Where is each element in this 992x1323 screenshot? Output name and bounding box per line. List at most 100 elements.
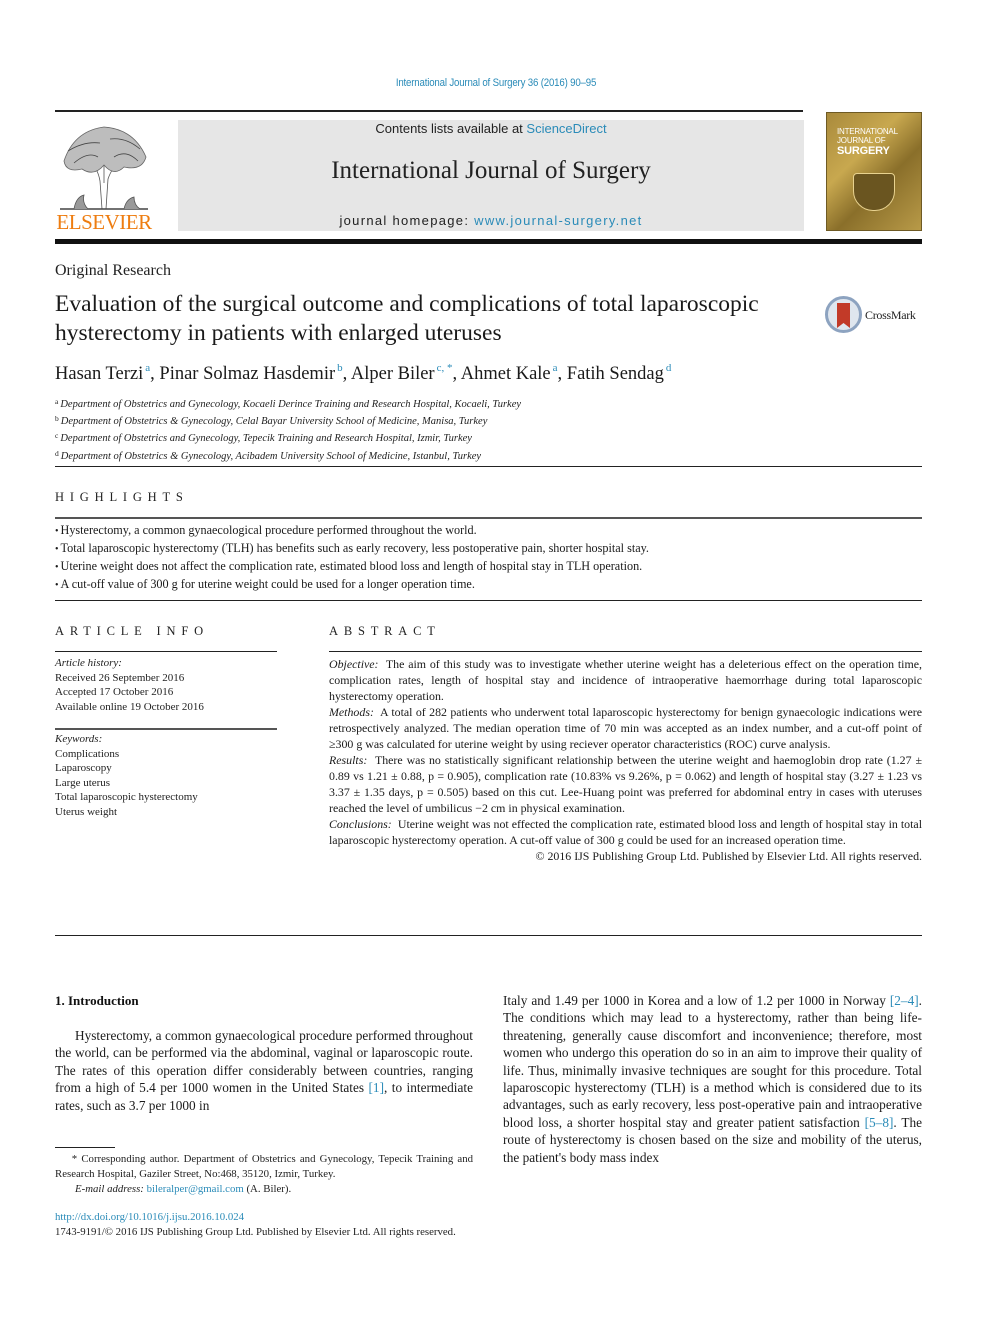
affiliation: b Department of Obstetrics & Gynecology, … bbox=[55, 412, 521, 429]
top-divider bbox=[55, 110, 803, 112]
keywords-label: Keywords: bbox=[55, 733, 103, 745]
highlights-divider-top bbox=[55, 517, 922, 519]
abstract-objective: Objective: The aim of this study was to … bbox=[329, 656, 922, 704]
article-info-divider bbox=[55, 651, 277, 652]
journal-title: International Journal of Surgery bbox=[331, 157, 651, 184]
body-column-left: Hysterectomy, a common gynaecological pr… bbox=[55, 1027, 473, 1114]
article-info-heading: ARTICLE INFO bbox=[55, 624, 209, 638]
body-column-right: Italy and 1.49 per 1000 in Korea and a l… bbox=[503, 992, 922, 1166]
abstract-methods: Methods: A total of 282 patients who und… bbox=[329, 704, 922, 752]
citation-link[interactable]: [2–4] bbox=[890, 993, 919, 1008]
author-affiliation-ref[interactable]: d bbox=[666, 362, 672, 374]
author-affiliation-ref[interactable]: c, * bbox=[437, 362, 453, 374]
email-suffix: (A. Biler). bbox=[243, 1183, 292, 1195]
crossmark-ribbon-icon bbox=[837, 303, 850, 328]
corresponding-author-address: * Corresponding author. Department of Ob… bbox=[55, 1153, 474, 1180]
affiliation: c Department of Obstetrics and Gynecology… bbox=[55, 429, 521, 446]
author-affiliation-ref[interactable]: a bbox=[145, 362, 150, 374]
affiliation-key: c bbox=[55, 431, 59, 441]
banner-thick-divider bbox=[55, 239, 922, 244]
history-received: Received 26 September 2016 bbox=[55, 671, 185, 684]
abstract-heading: ABSTRACT bbox=[329, 624, 441, 638]
running-head[interactable]: International Journal of Surgery 36 (201… bbox=[60, 77, 933, 89]
cover-title: INTERNATIONAL JOURNAL OF SURGERY bbox=[837, 127, 921, 157]
author-name[interactable]: Hasan Terzi bbox=[55, 364, 143, 384]
highlight-item: Uterine weight does not affect the compl… bbox=[55, 558, 649, 576]
journal-cover-image[interactable]: INTERNATIONAL JOURNAL OF SURGERY bbox=[826, 112, 922, 231]
elsevier-logo[interactable]: ELSEVIER bbox=[54, 121, 154, 233]
article-title: Evaluation of the surgical outcome and c… bbox=[55, 291, 759, 346]
elsevier-tree-icon bbox=[60, 126, 148, 210]
abstract-section-heading: Conclusions: bbox=[329, 817, 392, 831]
author[interactable]: Ahmet Kale a bbox=[461, 362, 558, 384]
body-text: . The conditions which may lead to a hys… bbox=[503, 993, 922, 1130]
cover-line-2: JOURNAL OF bbox=[837, 136, 886, 145]
crossmark-button[interactable]: CrossMark bbox=[825, 296, 925, 336]
abstract-section-heading: Methods: bbox=[329, 705, 374, 719]
author-name[interactable]: Ahmet Kale bbox=[461, 364, 551, 384]
abstract-section-text: The aim of this study was to investigate… bbox=[329, 657, 922, 703]
affiliation: a Department of Obstetrics and Gynecology… bbox=[55, 395, 521, 412]
homepage-line: journal homepage: www.journal-surgery.ne… bbox=[178, 213, 804, 228]
history-online: Available online 19 October 2016 bbox=[55, 700, 204, 713]
highlight-item: Total laparoscopic hysterectomy (TLH) ha… bbox=[55, 540, 649, 558]
corresponding-author-footnote: * Corresponding author. Department of Ob… bbox=[55, 1152, 473, 1197]
keyword: Laparoscopy bbox=[55, 762, 112, 774]
citation-link[interactable]: [5–8] bbox=[865, 1115, 894, 1130]
author[interactable]: Pinar Solmaz Hasdemir b bbox=[159, 362, 343, 384]
email-line: E-mail address: bileralper@gmail.com (A.… bbox=[55, 1182, 473, 1197]
body-text: Italy and 1.49 per 1000 in Korea and a l… bbox=[503, 993, 890, 1008]
affiliation-key: a bbox=[55, 397, 59, 406]
author[interactable]: Hasan Terzi a bbox=[55, 362, 150, 384]
article-type: Original Research bbox=[55, 262, 171, 279]
author-affiliation-ref[interactable]: b bbox=[337, 362, 343, 374]
abstract-section-text: Uterine weight was not effected the comp… bbox=[329, 817, 922, 847]
abstract-section-text: There was no statistically significant r… bbox=[329, 753, 922, 815]
abstract-body: Objective: The aim of this study was to … bbox=[329, 656, 922, 864]
abstract-section-text: A total of 282 patients who underwent to… bbox=[329, 705, 922, 751]
author-affiliation-ref[interactable]: a bbox=[553, 362, 558, 374]
sciencedirect-link[interactable]: ScienceDirect bbox=[526, 121, 606, 136]
highlights-divider-bottom bbox=[55, 600, 922, 601]
affiliation-text: Department of Obstetrics and Gynecology,… bbox=[60, 399, 522, 410]
article-history: Article history: Received 26 September 2… bbox=[55, 656, 204, 714]
email-link[interactable]: bileralper@gmail.com bbox=[147, 1183, 244, 1195]
doi-link[interactable]: http://dx.doi.org/10.1016/j.ijsu.2016.10… bbox=[55, 1211, 244, 1223]
abstract-conclusions: Conclusions: Uterine weight was not effe… bbox=[329, 816, 922, 848]
issn-copyright-line: 1743-9191/© 2016 IJS Publishing Group Lt… bbox=[55, 1226, 456, 1238]
abstract-divider bbox=[329, 651, 922, 652]
journal-banner: Contents lists available at ScienceDirec… bbox=[178, 120, 804, 231]
affiliation-key: d bbox=[55, 448, 59, 458]
highlight-item: A cut-off value of 300 g for uterine wei… bbox=[55, 576, 649, 594]
highlight-item: Hysterectomy, a common gynaecological pr… bbox=[55, 522, 649, 540]
keyword: Uterus weight bbox=[55, 805, 118, 818]
cover-line-1: INTERNATIONAL bbox=[837, 127, 898, 136]
author-name[interactable]: Fatih Sendag bbox=[567, 364, 664, 384]
keywords-divider bbox=[55, 728, 277, 730]
keyword: Total laparoscopic hysterectomy bbox=[55, 791, 198, 803]
abstract-end-divider bbox=[55, 935, 922, 936]
journal-homepage-link[interactable]: www.journal-surgery.net bbox=[474, 213, 642, 228]
citation-link[interactable]: [1] bbox=[369, 1080, 385, 1095]
crossmark-label: CrossMark bbox=[865, 308, 916, 322]
affiliation: d Department of Obstetrics & Gynecology, … bbox=[55, 447, 521, 464]
abstract-copyright: © 2016 IJS Publishing Group Ltd. Publish… bbox=[535, 849, 922, 863]
author-name[interactable]: Alper Biler bbox=[351, 364, 435, 384]
highlights-list: Hysterectomy, a common gynaecological pr… bbox=[55, 522, 649, 594]
homepage-prefix: journal homepage: bbox=[339, 213, 475, 228]
corresponding-author-text: * Corresponding author. Department of Ob… bbox=[55, 1152, 473, 1182]
author-name[interactable]: Pinar Solmaz Hasdemir bbox=[159, 364, 335, 384]
footnote-divider bbox=[55, 1147, 115, 1148]
author-list: Hasan Terzi a, Pinar Solmaz Hasdemir b, Al… bbox=[55, 362, 672, 384]
affiliation-text: Department of Obstetrics and Gynecology,… bbox=[60, 433, 472, 445]
author[interactable]: Alper Biler c, * bbox=[351, 362, 453, 384]
introduction-heading: 1. Introduction bbox=[55, 993, 139, 1008]
email-label: E-mail address: bbox=[75, 1183, 144, 1195]
history-label: Article history: bbox=[55, 657, 122, 669]
contents-line: Contents lists available at ScienceDirec… bbox=[178, 121, 804, 136]
affiliation-text: Department of Obstetrics & Gynecology, C… bbox=[60, 416, 488, 428]
author[interactable]: Fatih Sendag d bbox=[567, 362, 672, 384]
abstract-section-heading: Objective: bbox=[329, 657, 379, 671]
cover-line-3: SURGERY bbox=[837, 145, 890, 157]
affiliations-divider bbox=[55, 466, 922, 467]
